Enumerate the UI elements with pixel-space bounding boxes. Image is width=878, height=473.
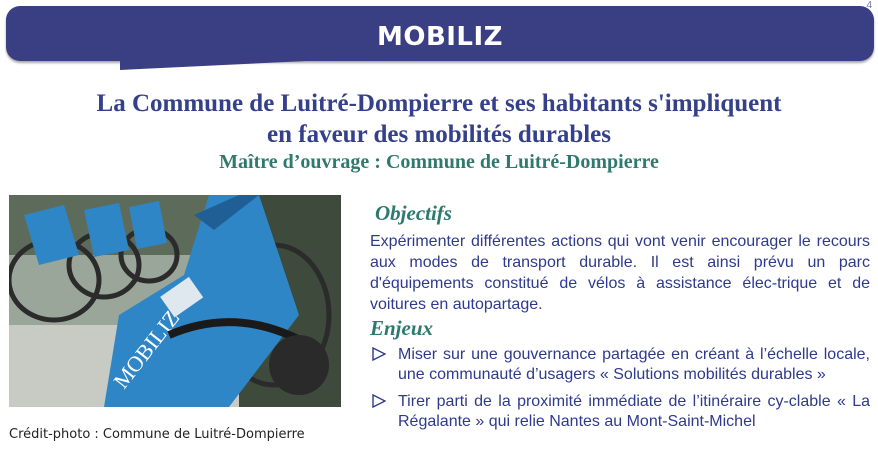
enjeux-list: Miser sur une gouvernance partagée en cr…	[370, 345, 870, 439]
page-subtitle: Maître d’ouvrage : Commune de Luitré-Dom…	[219, 151, 659, 173]
enjeux-item-text: Tirer parti de la proximité immédiate de…	[398, 393, 870, 430]
enjeux-heading: Enjeux	[370, 316, 434, 340]
list-item: Tirer parti de la proximité immédiate de…	[370, 392, 870, 432]
list-item: Miser sur une gouvernance partagée en cr…	[370, 345, 870, 385]
objectifs-text: Expérimenter différentes actions qui von…	[370, 233, 870, 313]
photo-credit: Crédit-photo : Commune de Luitré-Dompier…	[9, 427, 305, 442]
triangle-bullet-icon	[372, 347, 386, 361]
page-title: La Commune de Luitré-Dompierre et ses ha…	[0, 88, 878, 150]
objectifs-heading: Objectifs	[375, 201, 452, 225]
page-title-line-1: La Commune de Luitré-Dompierre et ses ha…	[96, 90, 782, 117]
enjeux-item-text: Miser sur une gouvernance partagée en cr…	[398, 346, 870, 383]
header-banner: MOBILIZ	[6, 6, 874, 61]
banner-title: MOBILIZ	[376, 22, 504, 52]
page-title-line-2: en faveur des mobilités durables	[267, 121, 611, 148]
triangle-bullet-icon	[372, 394, 386, 408]
banner-tail-decoration	[120, 56, 410, 70]
bike-photo: MOBILIZ	[9, 195, 341, 407]
bike-photo-illustration: MOBILIZ	[9, 195, 341, 407]
